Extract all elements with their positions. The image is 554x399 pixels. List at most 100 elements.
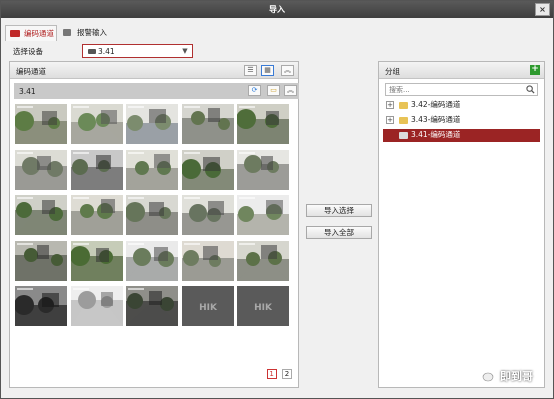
import-all-button[interactable]: 导入全部 [306, 226, 372, 239]
channel-thumbnail[interactable] [70, 286, 123, 326]
device-subtitle: 3.41 [19, 87, 36, 96]
group-item-selected[interactable]: 3.41-编码通道 [383, 129, 540, 142]
alarm-input-icon [63, 29, 71, 36]
expand-icon[interactable]: + [386, 101, 394, 109]
folder-icon [399, 132, 408, 139]
channel-thumbnail[interactable] [126, 104, 178, 144]
channel-thumbnail[interactable] [15, 286, 67, 326]
camera-preview-image: HIK [237, 286, 289, 326]
camera-preview-image [181, 149, 234, 190]
channel-thumbnail[interactable] [15, 104, 67, 144]
list-view-icon[interactable]: ☰ [244, 65, 257, 76]
channel-thumbnail[interactable] [70, 104, 123, 144]
channel-thumbnail[interactable] [237, 195, 289, 235]
camera-preview-image [126, 104, 178, 144]
channel-thumbnail[interactable] [181, 104, 234, 144]
channel-thumbnail[interactable] [181, 240, 234, 281]
channel-thumbnail[interactable] [70, 240, 123, 281]
brand-logo: HIK [254, 303, 273, 313]
camera-preview-image [126, 195, 178, 235]
camera-preview-image [70, 195, 123, 235]
channel-thumbnail[interactable] [70, 149, 123, 190]
camera-preview-image [126, 240, 178, 281]
chevron-down-icon[interactable]: ▼ [180, 46, 190, 56]
group-panel-header: 分组 + [379, 62, 544, 79]
tab-alarm-input[interactable]: 报警输入 [59, 25, 111, 41]
add-group-icon[interactable]: + [530, 65, 540, 75]
group-label: 3.42-编码通道 [411, 100, 461, 109]
collapse-icon[interactable]: ︽ [281, 65, 294, 76]
folder-icon [399, 102, 408, 109]
page-1-button[interactable]: 1 [266, 369, 277, 379]
channel-thumbnail-empty[interactable]: HIK [181, 286, 234, 326]
folder-icon[interactable]: ▭ [267, 85, 280, 96]
camera-preview-image [237, 149, 289, 190]
watermark-text: 即到哥 [500, 370, 533, 383]
tab-encoding-channel[interactable]: 编码通道 [5, 25, 57, 41]
channel-thumbnail[interactable] [15, 149, 67, 190]
page-2-button[interactable]: 2 [282, 369, 292, 379]
camera-preview-image [181, 104, 234, 144]
channel-thumbnail[interactable] [15, 195, 67, 235]
camera-preview-image [15, 104, 67, 144]
group-panel: 分组 + + 3.42-编码通道 + 3.43-编码通道 3.41-编码通道 [378, 61, 545, 388]
camera-preview-image [70, 149, 123, 190]
channel-thumbnail[interactable] [126, 149, 178, 190]
camera-preview-image [70, 286, 123, 326]
device-subbar: 3.41 ⟳ ▭ ︽ [14, 83, 299, 99]
camera-preview-image [237, 240, 289, 281]
camera-preview-image [181, 240, 234, 281]
dialog-title: 导入 [269, 5, 285, 14]
channel-panel-header: 编码通道 ☰ ▦ ︽ [10, 62, 298, 79]
pagination: 1 2 [264, 369, 292, 379]
camera-preview-image [70, 104, 123, 144]
channel-thumbnail[interactable] [15, 240, 67, 281]
camera-preview-image [15, 149, 67, 190]
channel-thumbnail[interactable] [126, 240, 178, 281]
search-icon[interactable] [526, 85, 535, 94]
camera-preview-image [126, 149, 178, 190]
channel-thumbnail[interactable] [237, 104, 289, 144]
group-item[interactable]: + 3.43-编码通道 [383, 114, 538, 127]
group-label: 3.43-编码通道 [411, 115, 461, 124]
dvr-device-icon [88, 49, 96, 54]
channel-thumbnail-empty[interactable]: HIK [237, 286, 289, 326]
camera-preview-image: HIK [181, 286, 234, 326]
channel-thumbnail[interactable] [181, 195, 234, 235]
channel-thumbnail[interactable] [181, 149, 234, 190]
group-search-input[interactable] [386, 84, 521, 95]
camera-preview-image [181, 195, 234, 235]
import-dialog: 导入 × 编码通道 报警输入 选择设备 3.41 ▼ 编码通道 ☰ ▦ ︽ 3.… [0, 0, 554, 399]
camera-preview-image [70, 240, 123, 281]
collapse-icon[interactable]: ︽ [284, 85, 297, 96]
title-bar[interactable]: 导入 × [1, 1, 553, 18]
channel-panel-title: 编码通道 [16, 67, 46, 76]
camera-preview-image [237, 104, 289, 144]
import-selected-button[interactable]: 导入选择 [306, 204, 372, 217]
device-label: 选择设备 [13, 47, 43, 56]
wechat-icon [478, 369, 494, 382]
channel-thumbnail[interactable] [237, 240, 289, 281]
camera-preview-image [237, 195, 289, 235]
group-panel-title: 分组 [385, 67, 400, 76]
device-value: 3.41 [98, 47, 115, 56]
refresh-icon[interactable]: ⟳ [248, 85, 261, 96]
camera-preview-image [126, 286, 178, 326]
tab-label: 报警输入 [77, 28, 107, 37]
camera-preview-image [15, 240, 67, 281]
tab-label: 编码通道 [24, 29, 54, 38]
brand-logo: HIK [199, 303, 218, 313]
channel-thumbnail[interactable] [237, 149, 289, 190]
camera-icon [10, 30, 20, 37]
expand-icon[interactable]: + [386, 116, 394, 124]
channel-thumbnail[interactable] [70, 195, 123, 235]
close-button[interactable]: × [535, 3, 550, 16]
channel-thumbnail[interactable] [126, 195, 178, 235]
group-search-box[interactable] [385, 83, 538, 96]
channel-thumbnail[interactable] [126, 286, 178, 326]
channel-panel: 编码通道 ☰ ▦ ︽ 3.41 ⟳ ▭ ︽ HIK HIK 1 2 [9, 61, 299, 388]
device-select[interactable]: 3.41 ▼ [82, 44, 193, 58]
group-item[interactable]: + 3.42-编码通道 [383, 99, 538, 112]
thumbnail-view-icon[interactable]: ▦ [261, 65, 274, 76]
camera-preview-image [15, 195, 67, 235]
